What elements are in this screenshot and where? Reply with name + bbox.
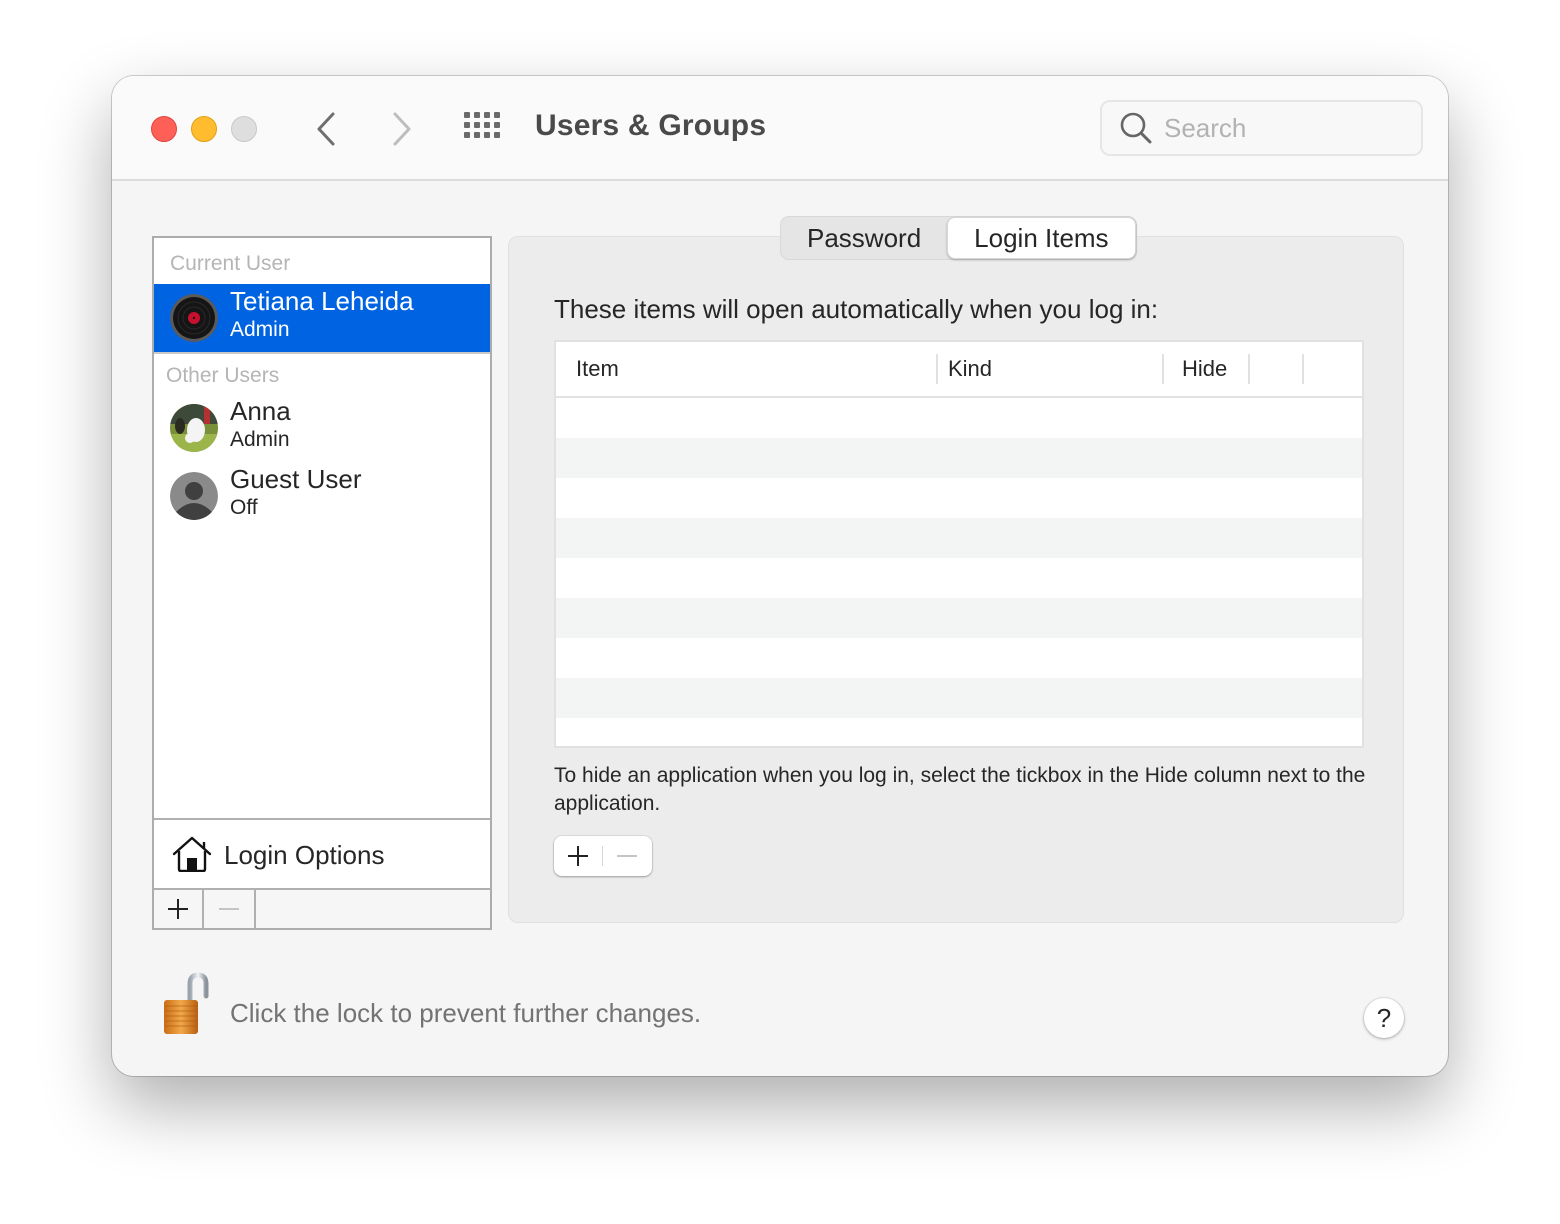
user-name: Guest User [230, 464, 362, 494]
empty-row [556, 558, 1362, 598]
column-header-item[interactable]: Item [576, 356, 619, 382]
user-role: Admin [230, 318, 290, 341]
lock-status-text: Click the lock to prevent further change… [230, 998, 702, 1028]
avatar [170, 472, 218, 520]
plus-icon [568, 846, 588, 866]
avatar [170, 294, 218, 342]
login-items-add-remove [554, 836, 652, 876]
remove-user-button[interactable] [204, 890, 256, 928]
column-header-hide[interactable]: Hide [1182, 356, 1227, 382]
user-role: Off [230, 496, 258, 519]
empty-row [556, 398, 1362, 438]
show-all-button[interactable] [464, 112, 500, 146]
login-items-table[interactable]: Item Kind Hide [554, 340, 1364, 748]
minus-icon [617, 855, 637, 857]
minus-icon [219, 908, 239, 910]
tab-password[interactable]: Password [781, 217, 947, 259]
login-options-label: Login Options [224, 840, 385, 870]
empty-row [556, 598, 1362, 638]
chevron-right-icon [393, 112, 411, 146]
user-row-guest-user[interactable]: Guest User Off [154, 462, 490, 530]
add-user-button[interactable] [154, 890, 204, 928]
user-name: Tetiana Leheida [230, 286, 414, 316]
back-button[interactable] [306, 108, 346, 150]
close-button[interactable] [151, 116, 177, 142]
minimize-button[interactable] [191, 116, 217, 142]
lock-button[interactable] [160, 972, 212, 1036]
help-button[interactable]: ? [1364, 998, 1404, 1038]
search-field[interactable] [1100, 100, 1423, 156]
user-row-tetiana-leheida[interactable]: Tetiana Leheida Admin [154, 284, 490, 352]
forward-button[interactable] [382, 108, 422, 150]
window-title: Users & Groups [535, 109, 767, 142]
add-login-item-button[interactable] [554, 836, 602, 876]
empty-row [556, 718, 1362, 746]
plus-icon [168, 899, 188, 919]
house-icon [172, 836, 212, 872]
avatar [170, 404, 218, 452]
user-role: Admin [230, 428, 290, 451]
zoom-button[interactable] [231, 116, 257, 142]
table-body [556, 398, 1362, 746]
column-separator[interactable] [1248, 354, 1250, 384]
column-separator[interactable] [936, 354, 938, 384]
empty-row [556, 518, 1362, 558]
user-row-anna[interactable]: Anna Admin [154, 394, 490, 462]
remove-login-item-button[interactable] [603, 836, 651, 876]
empty-row [556, 638, 1362, 678]
current-user-label: Current User [170, 252, 291, 275]
other-users-label: Other Users [166, 364, 280, 387]
column-separator[interactable] [1162, 354, 1164, 384]
login-options-button[interactable]: Login Options [154, 818, 490, 888]
empty-row [556, 438, 1362, 478]
tab-bar: Password Login Items [780, 216, 1137, 260]
column-separator[interactable] [1302, 354, 1304, 384]
divider [154, 352, 490, 354]
users-and-groups-window: Users & Groups Current User Tetiana Lehe… [112, 76, 1448, 1076]
grid-icon [464, 112, 500, 138]
login-items-intro: These items will open automatically when… [554, 294, 1159, 324]
users-list-toolbar [154, 888, 490, 928]
users-list: Current User Tetiana Leheida Admin Other… [152, 236, 492, 930]
user-name: Anna [230, 396, 291, 426]
search-input[interactable] [1164, 112, 1394, 144]
cat-photo-icon [170, 404, 218, 452]
person-icon [170, 472, 218, 520]
titlebar: Users & Groups [112, 76, 1448, 181]
column-header-kind[interactable]: Kind [948, 356, 992, 382]
tab-login-items[interactable]: Login Items [947, 217, 1136, 259]
hide-hint-text: To hide an application when you log in, … [554, 764, 1366, 815]
empty-row [556, 478, 1362, 518]
empty-row [556, 678, 1362, 718]
unlocked-padlock-icon [164, 972, 209, 1034]
table-header: Item Kind Hide [556, 342, 1362, 398]
vinyl-record-icon [170, 294, 218, 342]
chevron-left-icon [317, 112, 335, 146]
search-icon [1120, 112, 1152, 144]
